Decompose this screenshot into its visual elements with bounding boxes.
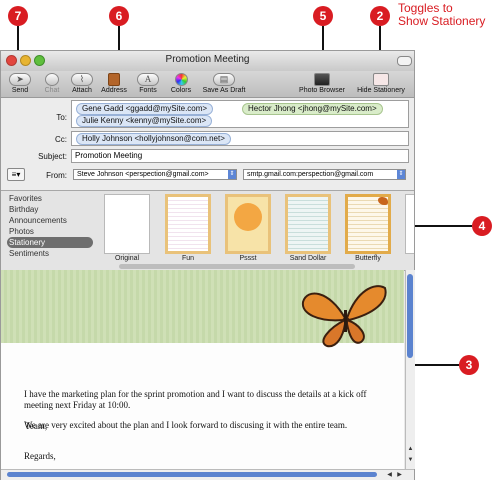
colors-icon bbox=[175, 73, 188, 86]
send-label: Send bbox=[11, 87, 29, 94]
popup-arrows-icon: ⇕ bbox=[397, 170, 405, 179]
template-label: Original bbox=[114, 255, 140, 262]
template-butterfly[interactable] bbox=[345, 194, 391, 254]
category-sentiments[interactable]: Sentiments bbox=[7, 248, 93, 259]
stationery-icon bbox=[373, 73, 389, 86]
subject-field[interactable]: Promotion Meeting bbox=[71, 149, 409, 163]
template-original[interactable] bbox=[104, 194, 150, 254]
chat-label: Chat bbox=[44, 87, 60, 94]
category-photos[interactable]: Photos bbox=[7, 226, 93, 237]
template-label: Pssst bbox=[239, 255, 257, 262]
template-label: Fun bbox=[181, 255, 195, 262]
template-partial[interactable] bbox=[405, 194, 414, 254]
from-value: Steve Johnson <perspection@gmail.com> bbox=[77, 171, 209, 178]
photo-browser-label: Photo Browser bbox=[299, 87, 345, 94]
message-headers: To: Gene Gadd <ggadd@mySite.com> Hector … bbox=[1, 98, 414, 190]
message-body[interactable]: Team, bbox=[1, 270, 404, 469]
recipient-token[interactable]: Holly Johnson <hollyjohnson@com.net> bbox=[76, 133, 231, 145]
callout-5: 5 bbox=[313, 6, 333, 26]
template-label: Butterfly bbox=[355, 255, 381, 262]
callout-4: 4 bbox=[472, 216, 492, 236]
to-field[interactable]: Gene Gadd <ggadd@mySite.com> Hector Jhon… bbox=[71, 100, 409, 128]
recipient-token[interactable]: Julie Kenny <kenny@mySite.com> bbox=[76, 115, 213, 127]
photo-browser-icon bbox=[314, 73, 330, 86]
send-icon: ➤ bbox=[9, 73, 31, 86]
from-label: From: bbox=[46, 171, 67, 180]
chat-icon bbox=[45, 73, 59, 86]
butterfly-icon bbox=[378, 197, 388, 205]
scroll-right-icon[interactable]: ▶ bbox=[395, 470, 404, 480]
attach-button[interactable]: ⌇ Attach bbox=[67, 71, 97, 97]
stationery-scrollbar[interactable] bbox=[119, 264, 355, 269]
address-book-icon bbox=[108, 73, 120, 86]
template-pssst[interactable] bbox=[225, 194, 271, 254]
window-title: Promotion Meeting bbox=[165, 54, 250, 65]
message-closing: Regards, bbox=[24, 451, 56, 461]
from-popup[interactable]: Steve Johnson <perspection@gmail.com> ⇕ bbox=[73, 169, 237, 180]
category-stationery[interactable]: Stationery bbox=[7, 237, 93, 248]
template-label: Sand Dollar bbox=[289, 255, 327, 262]
hide-stationery-button[interactable]: Hide Stationery bbox=[351, 71, 411, 97]
horizontal-scroll-thumb[interactable] bbox=[7, 472, 377, 477]
chat-button[interactable]: Chat bbox=[37, 71, 67, 97]
save-as-draft-button[interactable]: ▤ Save As Draft bbox=[199, 71, 249, 97]
callout-2: 2 bbox=[370, 6, 390, 26]
cc-label: Cc: bbox=[55, 135, 67, 144]
pssst-art bbox=[234, 203, 262, 231]
draft-icon: ▤ bbox=[213, 73, 235, 86]
callout-7: 7 bbox=[8, 6, 28, 26]
subject-label: Subject: bbox=[38, 152, 67, 161]
fonts-button[interactable]: A Fonts bbox=[133, 71, 163, 97]
category-announcements[interactable]: Announcements bbox=[7, 215, 93, 226]
colors-label: Colors bbox=[170, 87, 192, 94]
to-label: To: bbox=[56, 113, 67, 122]
recipient-token[interactable]: Gene Gadd <ggadd@mySite.com> bbox=[76, 103, 214, 115]
toolbar-toggle-button[interactable] bbox=[397, 56, 412, 66]
category-birthday[interactable]: Birthday bbox=[7, 204, 93, 215]
category-favorites[interactable]: Favorites bbox=[7, 193, 93, 204]
scroll-down-icon[interactable]: ▼ bbox=[406, 457, 415, 467]
butterfly-image bbox=[299, 280, 389, 350]
title-bar: Promotion Meeting bbox=[1, 51, 414, 72]
template-fun[interactable] bbox=[165, 194, 211, 254]
scroll-up-icon[interactable]: ▲ bbox=[406, 446, 415, 456]
subject-value: Promotion Meeting bbox=[75, 151, 143, 160]
hide-stationery-label: Hide Stationery bbox=[357, 87, 405, 94]
vertical-scrollbar[interactable]: ▲ ▼ bbox=[405, 270, 415, 469]
save-as-draft-label: Save As Draft bbox=[202, 87, 246, 94]
popup-arrows-icon: ⇕ bbox=[228, 170, 236, 179]
fonts-icon: A bbox=[137, 73, 159, 86]
address-label: Address bbox=[101, 87, 127, 94]
stationery-pane: Favorites Birthday Announcements Photos … bbox=[1, 190, 414, 271]
annotation-label: Toggles to Show Stationery bbox=[398, 1, 486, 28]
callout-3: 3 bbox=[459, 355, 479, 375]
vertical-scroll-thumb[interactable] bbox=[407, 274, 413, 358]
horizontal-scrollbar[interactable]: ◀ ▶ bbox=[1, 469, 414, 480]
recipient-token[interactable]: Hector Jhong <jhong@mySite.com> bbox=[242, 103, 383, 115]
fonts-label: Fonts bbox=[139, 87, 157, 94]
address-button[interactable]: Address bbox=[97, 71, 131, 97]
smtp-popup[interactable]: smtp.gmail.com:perspection@gmail.com ⇕ bbox=[243, 169, 406, 180]
toolbar: ➤ Send Chat ⌇ Attach Address A Fonts Col… bbox=[1, 71, 414, 98]
send-button[interactable]: ➤ Send bbox=[3, 71, 37, 97]
message-paragraph-2: We are very excited about the plan and I… bbox=[24, 420, 348, 430]
callout-6: 6 bbox=[109, 6, 129, 26]
colors-button[interactable]: Colors bbox=[165, 71, 197, 97]
smtp-value: smtp.gmail.com:perspection@gmail.com bbox=[247, 171, 374, 178]
scroll-left-icon[interactable]: ◀ bbox=[385, 470, 394, 480]
message-paragraph-1: I have the marketing plan for the sprint… bbox=[24, 389, 367, 410]
photo-browser-button[interactable]: Photo Browser bbox=[295, 71, 349, 97]
compose-window: Promotion Meeting ➤ Send Chat ⌇ Attach A… bbox=[0, 50, 415, 480]
cc-field[interactable]: Holly Johnson <hollyjohnson@com.net> bbox=[71, 131, 409, 146]
template-sand-dollar[interactable] bbox=[285, 194, 331, 254]
paperclip-icon: ⌇ bbox=[71, 73, 93, 86]
attach-label: Attach bbox=[72, 87, 92, 94]
